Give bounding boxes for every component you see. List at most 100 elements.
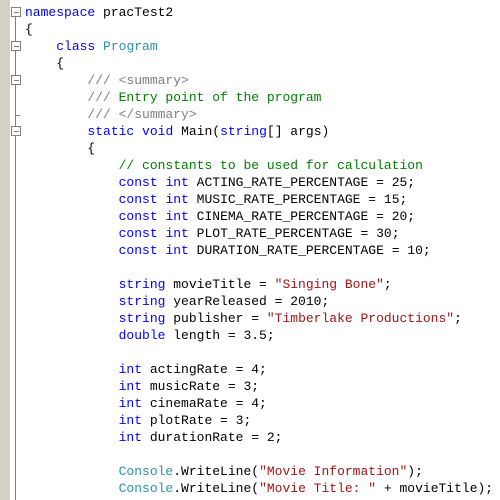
code-line[interactable]: { [25,140,493,157]
code-token: string [118,277,166,292]
code-token: musicRate = 3; [142,379,260,394]
code-token: const [118,209,158,224]
editor-gutter [0,0,10,500]
code-token: "Timberlake Productions" [266,311,455,326]
code-line[interactable]: class Program [25,38,493,55]
code-line[interactable]: static void Main(string[] args) [25,123,493,140]
code-token: /// [87,90,111,105]
code-token: ACTING_RATE_PERCENTAGE = 25; [188,175,416,190]
code-line[interactable] [25,259,493,276]
code-token: CINEMA_RATE_PERCENTAGE = 20; [188,209,416,224]
code-token: int [165,226,189,241]
code-token: MUSIC_RATE_PERCENTAGE = 15; [188,192,408,207]
collapse-method-icon[interactable] [11,126,21,136]
code-token: string [118,294,166,309]
code-token: static [87,124,135,139]
code-token: string [220,124,267,139]
code-token: ); [407,464,423,479]
code-token: { [25,22,33,37]
code-token: void [142,124,174,139]
code-token: int [118,379,143,394]
code-token: int [118,430,143,445]
code-line[interactable]: { [25,21,493,38]
code-line[interactable]: { [25,55,493,72]
code-token: length = 3.5; [165,328,275,343]
code-line[interactable]: int actingRate = 4; [25,361,493,378]
code-line[interactable]: Console.WriteLine("Movie Information"); [25,463,493,480]
code-line[interactable] [25,344,493,361]
code-line[interactable]: /// Entry point of the program [25,89,493,106]
code-line[interactable]: /// </summary> [25,106,493,123]
code-line[interactable]: namespace pracTest2 [25,4,493,21]
code-token: // constants to be used for calculation [118,158,423,173]
code-line[interactable]: /// <summary> [25,72,493,89]
outline-end-tick [15,115,20,116]
collapse-namespace-icon[interactable] [11,7,21,17]
code-token: ; [454,311,462,326]
code-token: movieTitle = [165,277,275,292]
code-token: ; [383,277,392,292]
code-token: .WriteLine( [173,481,260,496]
code-line[interactable]: string movieTitle = "Singing Bone"; [25,276,493,293]
code-token: plotRate = 3; [142,413,252,428]
code-token: int [118,362,143,377]
code-line[interactable]: int plotRate = 3; [25,412,493,429]
outline-guide [15,17,16,500]
code-token: .WriteLine( [173,464,260,479]
code-token: DURATION_RATE_PERCENTAGE = 10; [188,243,431,258]
code-token: Console [118,481,174,496]
code-token: "Movie Title: " [259,481,377,496]
code-token: int [118,396,143,411]
code-token: { [25,141,96,156]
code-token: double [118,328,166,343]
code-token: /// <summary> [87,73,189,88]
code-token: "Movie Information" [259,464,408,479]
code-token: Console [118,464,174,479]
code-line[interactable]: Console.WriteLine("Movie Title: " + movi… [25,480,494,497]
code-line[interactable]: string publisher = "Timberlake Productio… [25,310,493,327]
code-token: const [118,175,158,190]
code-line[interactable]: const int PLOT_RATE_PERCENTAGE = 30; [25,225,493,242]
code-token: class [56,39,96,54]
code-line[interactable]: const int ACTING_RATE_PERCENTAGE = 25; [25,174,493,191]
code-line[interactable]: int durationRate = 2; [25,429,493,446]
code-token: pracTest2 [95,5,174,20]
code-token: int [165,192,189,207]
code-line[interactable]: // constants to be used for calculation [25,157,493,174]
code-token: int [165,209,189,224]
code-token: "Singing Bone" [274,277,384,292]
code-token: Program [103,39,158,54]
code-line[interactable]: string yearReleased = 2010; [25,293,493,310]
code-line[interactable]: int cinemaRate = 4; [25,395,493,412]
code-token: int [118,413,143,428]
code-line[interactable] [25,446,493,463]
code-line[interactable]: const int CINEMA_RATE_PERCENTAGE = 20; [25,208,493,225]
code-token: int [165,243,189,258]
code-token: { [25,56,65,71]
code-line[interactable]: const int DURATION_RATE_PERCENTAGE = 10; [25,242,493,259]
code-line[interactable]: double length = 3.5; [25,327,493,344]
collapse-summary-icon[interactable] [11,75,21,85]
code-line[interactable]: const int MUSIC_RATE_PERCENTAGE = 15; [25,191,493,208]
code-line[interactable]: int musicRate = 3; [25,378,493,395]
code-editor[interactable]: namespace pracTest2{ class Program { ///… [25,4,493,497]
code-token: actingRate = 4; [142,362,267,377]
collapse-class-icon[interactable] [11,41,21,51]
code-token: namespace [25,5,96,20]
code-token: + movieTitle); [376,481,494,496]
code-token: /// </summary> [87,107,197,122]
